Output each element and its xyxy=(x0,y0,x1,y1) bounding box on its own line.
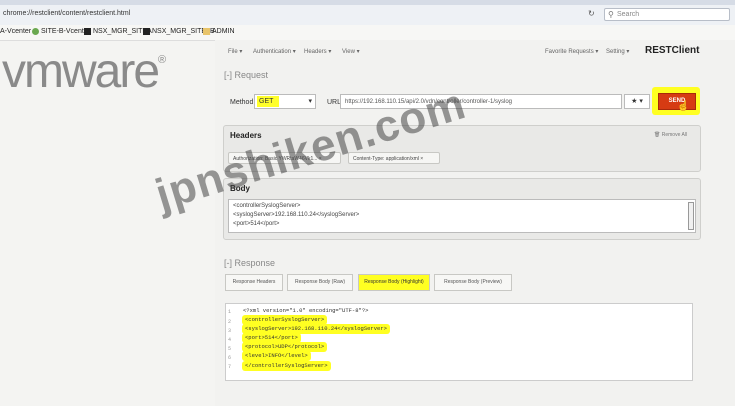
line-number: 5 xyxy=(228,346,232,352)
favorite-button[interactable]: ★ ▾ xyxy=(624,94,650,109)
chevron-down-icon: ▾ xyxy=(308,98,312,105)
body-textarea[interactable]: <controllerSyslogServer> <syslogServer>1… xyxy=(228,199,696,233)
bookmark-icon xyxy=(32,28,39,35)
bookmark-label: ADMIN xyxy=(212,28,235,35)
bookmark-label: SITE-B-Vcenter xyxy=(41,28,91,35)
line-number: 4 xyxy=(228,337,232,343)
registered-mark: ® xyxy=(158,54,167,66)
search-icon: ⚲ xyxy=(608,10,614,19)
method-value: GET xyxy=(259,98,274,105)
body-line: <controllerSyslogServer> xyxy=(233,203,301,209)
app-title: RESTClient xyxy=(645,45,700,56)
remove-all-label: Remove All xyxy=(661,132,688,138)
method-label: Method xyxy=(230,99,254,106)
star-icon: ★ ▾ xyxy=(631,98,643,105)
bookmark-icon xyxy=(84,28,91,35)
menu-label: View xyxy=(342,49,355,55)
search-placeholder: Search xyxy=(617,11,640,18)
line-number: 7 xyxy=(228,364,232,370)
menu-label: Authentication xyxy=(253,49,292,55)
line-number: 3 xyxy=(228,328,232,334)
request-section-title[interactable]: [-] Request xyxy=(224,70,268,80)
hand-cursor-icon: ☝ xyxy=(677,101,690,112)
line-number: 1 xyxy=(228,309,232,315)
bookmark-nsx-mgr-sitea[interactable]: NSX_MGR_SITEA xyxy=(84,28,152,35)
reload-icon[interactable]: ↻ xyxy=(588,9,595,18)
line-number: 2 xyxy=(228,319,232,325)
xml-line-highlighted: </controllerSyslogServer> xyxy=(242,361,331,371)
bookmark-a-vcenter[interactable]: A-Vcenter xyxy=(0,28,31,35)
menu-label: Setting xyxy=(606,49,625,55)
menu-label: File xyxy=(228,49,238,55)
menu-authentication[interactable]: Authentication ▾ xyxy=(253,48,296,55)
body-line: <port>514</port> xyxy=(233,221,280,227)
bookmark-label: A-Vcenter xyxy=(0,28,32,35)
headers-title: Headers xyxy=(230,131,262,140)
close-icon[interactable]: × xyxy=(420,156,423,162)
menu-favorite-requests[interactable]: Favorite Requests ▾ xyxy=(545,48,598,55)
bookmark-admin[interactable]: ADMIN xyxy=(203,28,235,35)
line-number: 6 xyxy=(228,355,232,361)
response-section-title[interactable]: [-] Response xyxy=(224,258,275,268)
menu-label: Favorite Requests xyxy=(545,49,594,55)
body-line: <syslogServer>192.168.110.24</syslogServ… xyxy=(233,212,360,218)
vmware-logo: vmware® xyxy=(2,44,166,99)
address-url[interactable]: chrome://restclient/content/restclient.h… xyxy=(3,10,130,17)
menu-label: Headers xyxy=(304,49,327,55)
tab-response-body-preview[interactable]: Response Body (Preview) xyxy=(434,274,512,291)
tab-response-body-raw[interactable]: Response Body (Raw) xyxy=(287,274,353,291)
menu-headers[interactable]: Headers ▾ xyxy=(304,48,331,55)
menu-file[interactable]: File ▾ xyxy=(228,48,242,55)
method-select[interactable]: GET ▾ xyxy=(254,94,316,109)
trash-icon: 🗑 xyxy=(654,132,661,138)
tab-response-body-highlight[interactable]: Response Body (Highlight) xyxy=(358,274,430,291)
menu-view[interactable]: View ▾ xyxy=(342,48,360,55)
body-scrollbar[interactable] xyxy=(688,202,694,230)
bookmark-site-b-vcenter[interactable]: SITE-B-Vcenter xyxy=(32,28,90,35)
menu-setting[interactable]: Setting ▾ xyxy=(606,48,629,55)
xml-line-highlighted: <level>INFO</level> xyxy=(242,351,311,361)
folder-icon xyxy=(203,28,210,35)
remove-all-button[interactable]: 🗑 Remove All xyxy=(654,132,687,138)
search-input[interactable]: ⚲ Search xyxy=(604,8,730,21)
vmware-logo-text: vmware xyxy=(2,45,160,98)
tab-response-headers[interactable]: Response Headers xyxy=(225,274,283,291)
url-label: URL xyxy=(327,99,342,106)
bookmark-icon xyxy=(143,28,150,35)
